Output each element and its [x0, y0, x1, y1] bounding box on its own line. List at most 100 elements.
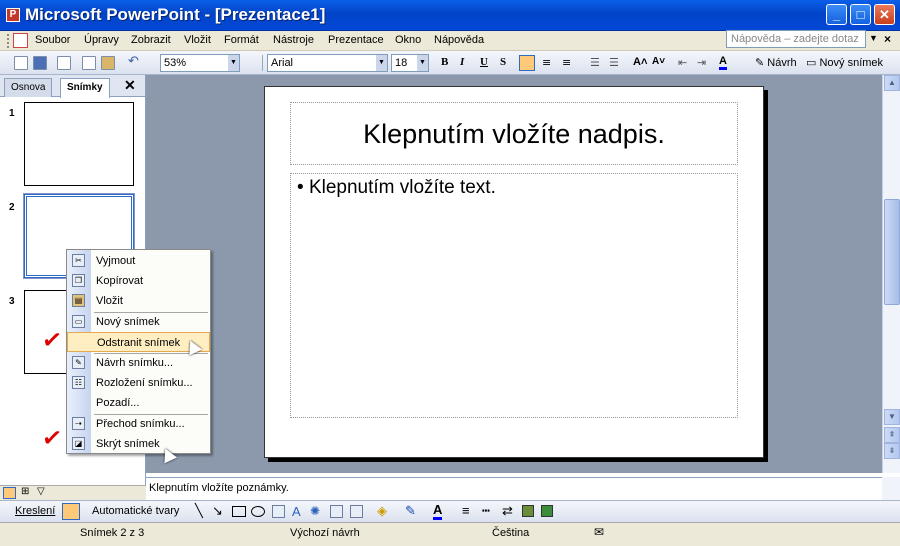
decrease-indent-icon[interactable]: ⇤ [678, 56, 687, 69]
fill-color-icon[interactable]: ◈ [377, 503, 387, 519]
menu-zobrazit[interactable]: Zobrazit [131, 34, 171, 46]
save-icon[interactable] [33, 56, 47, 70]
autoshapes-button[interactable]: Automatické tvary [92, 505, 179, 517]
vertical-scrollbar[interactable]: ▲ ▼ ⇞ ⇟ [882, 75, 900, 473]
underline-button[interactable]: U [480, 56, 488, 68]
line-color-icon[interactable]: ✎ [405, 503, 416, 519]
numbering-icon[interactable]: ☰ [590, 56, 600, 69]
increase-font-icon[interactable]: A˄ [633, 56, 647, 68]
current-slide[interactable]: Klepnutím vložíte nadpis. • Klepnutím vl… [264, 86, 764, 458]
slideshow-icon[interactable]: ▽ [37, 486, 45, 497]
increase-indent-icon[interactable]: ⇥ [697, 56, 706, 69]
help-dropdown-icon[interactable]: ▼ [869, 33, 878, 43]
menu-okno[interactable]: Okno [395, 34, 421, 46]
new-icon[interactable] [14, 56, 28, 70]
scroll-down-icon[interactable]: ▼ [884, 409, 900, 425]
font-color-draw-icon[interactable]: A [433, 503, 443, 520]
notes-pane[interactable]: Klepnutím vložíte poznámky. [146, 477, 882, 500]
pane-close-icon[interactable]: ✕ [124, 77, 136, 94]
close-button[interactable]: ✕ [874, 4, 895, 25]
next-slide-icon[interactable]: ⇟ [884, 443, 900, 459]
menu-item-slide-design[interactable]: ✎ Návrh snímku... [67, 353, 210, 373]
zoom-select[interactable]: 53% ▼ [160, 54, 240, 72]
menu-prezentace[interactable]: Prezentace [328, 34, 384, 46]
body-placeholder[interactable]: • Klepnutím vložíte text. [290, 173, 738, 418]
font-color-icon[interactable]: A [719, 56, 727, 70]
picture-icon[interactable] [350, 505, 363, 518]
body-placeholder-text: Klepnutím vložíte text. [308, 177, 496, 198]
menu-napoveda[interactable]: Nápověda [434, 34, 484, 46]
undo-icon[interactable]: ↶ [128, 53, 142, 68]
dash-style-icon[interactable]: ┅ [482, 503, 490, 519]
red-checkmark-icon: ✓ [40, 325, 64, 356]
menu-item-slide-transition[interactable]: ⇢ Přechod snímku... [67, 414, 210, 434]
3d-style-icon[interactable] [541, 505, 553, 517]
font-size-select[interactable]: 18 ▼ [391, 54, 429, 72]
shadow-style-icon[interactable] [522, 505, 534, 517]
document-icon[interactable] [13, 33, 28, 48]
font-select[interactable]: Arial ▼ [267, 54, 388, 72]
menu-item-copy[interactable]: ❐ Kopírovat [67, 271, 210, 291]
title-placeholder[interactable]: Klepnutím vložíte nadpis. [290, 102, 738, 165]
notes-scrollbar[interactable] [882, 477, 900, 500]
menu-nastroje[interactable]: Nástroje [273, 34, 314, 46]
menu-upravy[interactable]: Úpravy [84, 34, 119, 46]
window-title: Microsoft PowerPoint - [Prezentace1] [25, 5, 326, 24]
tab-outline[interactable]: Osnova [4, 78, 53, 97]
slide-number: 3 [9, 296, 15, 307]
toolbar-grip[interactable] [7, 34, 10, 48]
slide-thumbnail-1[interactable] [24, 102, 134, 186]
oval-icon[interactable] [251, 506, 265, 517]
textbox-icon[interactable] [272, 505, 285, 518]
menu-format[interactable]: Formát [224, 34, 259, 46]
rectangle-icon[interactable] [232, 506, 246, 517]
menu-item-new-slide[interactable]: ▭ Nový snímek [67, 312, 210, 332]
italic-button[interactable]: I [460, 56, 464, 68]
decrease-font-icon[interactable]: A˅ [652, 56, 665, 67]
align-right-icon[interactable]: ≡ [562, 56, 571, 69]
minimize-button[interactable]: _ [826, 4, 847, 25]
align-left-button[interactable] [519, 55, 535, 71]
spellcheck-icon: ✉ [594, 525, 605, 539]
diagram-icon[interactable]: ✺ [310, 504, 320, 518]
help-search-input[interactable]: Nápověda – zadejte dotaz [726, 30, 866, 48]
paste-icon[interactable] [101, 56, 115, 70]
document-close-icon[interactable]: × [884, 32, 891, 46]
menu-item-cut[interactable]: ✂ Vyjmout [67, 251, 210, 271]
copy-icon[interactable] [82, 56, 96, 70]
print-icon[interactable] [57, 56, 71, 70]
scroll-thumb[interactable] [884, 199, 900, 305]
bullets-icon[interactable]: ☰ [609, 56, 619, 69]
design-name: Výchozí návrh [290, 527, 360, 539]
menu-vlozit[interactable]: Vložit [184, 34, 211, 46]
bold-button[interactable]: B [441, 56, 448, 68]
wordart-icon[interactable]: A [292, 504, 301, 519]
menu-item-hide-slide[interactable]: ◪ Skrýt snímek [67, 434, 210, 454]
align-center-icon[interactable]: ≡ [542, 56, 551, 69]
new-slide-button[interactable]: ▭ Nový snímek [806, 56, 883, 69]
normal-view-icon[interactable] [3, 487, 16, 499]
menu-item-background[interactable]: Pozadí... [67, 393, 210, 413]
maximize-button[interactable]: □ [850, 4, 871, 25]
shadow-button[interactable]: S [500, 56, 506, 68]
scroll-up-icon[interactable]: ▲ [884, 75, 900, 91]
powerpoint-icon[interactable]: P [6, 8, 20, 22]
menu-item-paste[interactable]: ▤ Vložit [67, 291, 210, 311]
menu-item-slide-layout[interactable]: ☷ Rozložení snímku... [67, 373, 210, 393]
line-icon[interactable]: ╲ [195, 503, 203, 519]
clipart-icon[interactable] [330, 505, 343, 518]
design-button[interactable]: ✎ Návrh [755, 56, 797, 69]
menu-soubor[interactable]: Soubor [35, 34, 70, 46]
line-style-icon[interactable]: ≡ [462, 503, 470, 518]
slide-sorter-icon[interactable]: ⊞ [21, 486, 29, 497]
arrow-icon[interactable]: ↘ [212, 503, 223, 519]
layout-icon: ☷ [72, 376, 85, 389]
status-bar: Snímek 2 z 3 Výchozí návrh Čeština ✉ [0, 522, 900, 546]
slide-number: 2 [9, 202, 15, 213]
select-objects-icon[interactable] [62, 503, 80, 520]
title-bar: P Microsoft PowerPoint - [Prezentace1] _… [0, 0, 900, 31]
draw-menu-button[interactable]: Kreslení [15, 505, 55, 517]
arrow-style-icon[interactable]: ⇄ [502, 503, 513, 519]
tab-slides[interactable]: Snímky [60, 78, 110, 98]
previous-slide-icon[interactable]: ⇞ [884, 427, 900, 443]
